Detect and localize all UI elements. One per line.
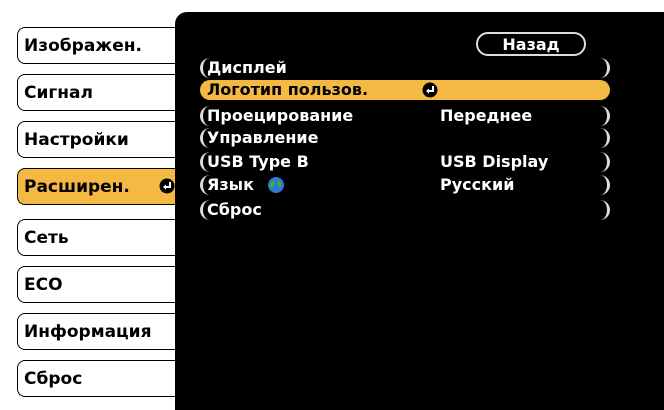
enter-icon bbox=[422, 82, 438, 102]
row-label: Управление bbox=[207, 128, 319, 147]
menu-row-language[interactable]: Язык Русский bbox=[200, 175, 610, 195]
tab-label: ECO bbox=[24, 274, 63, 295]
menu-row-user-logo[interactable]: Логотип пользов. bbox=[200, 80, 610, 100]
row-label: Сброс bbox=[207, 200, 262, 219]
back-button[interactable]: Назад bbox=[476, 32, 586, 56]
sidebar: Изображен. Сигнал Настройки Расширен. Се… bbox=[0, 0, 185, 410]
tab-reset[interactable]: Сброс bbox=[17, 360, 185, 397]
tab-eco[interactable]: ECO bbox=[17, 266, 185, 303]
row-label: Проецирование bbox=[207, 106, 354, 125]
row-value: Переднее bbox=[440, 106, 533, 125]
menu-row-operation[interactable]: Управление bbox=[200, 128, 610, 148]
globe-icon bbox=[267, 176, 285, 198]
row-label: Язык bbox=[207, 175, 254, 194]
tab-label: Расширен. bbox=[24, 176, 130, 197]
row-value: Русский bbox=[440, 175, 515, 194]
back-label: Назад bbox=[502, 34, 560, 54]
tab-extended[interactable]: Расширен. bbox=[17, 168, 185, 205]
enter-icon bbox=[159, 178, 175, 199]
tab-label: Сброс bbox=[24, 368, 83, 389]
row-label: USB Type B bbox=[207, 152, 309, 171]
row-label: Логотип пользов. bbox=[207, 80, 369, 99]
menu-row-reset[interactable]: Сброс bbox=[200, 200, 610, 220]
row-value: USB Display bbox=[440, 152, 549, 171]
tab-label: Настройки bbox=[24, 129, 129, 150]
tab-label: Изображен. bbox=[24, 35, 142, 56]
tab-info[interactable]: Информация bbox=[17, 313, 185, 350]
menu-row-display[interactable]: Дисплей bbox=[200, 58, 610, 78]
tab-image[interactable]: Изображен. bbox=[17, 27, 185, 64]
row-label: Дисплей bbox=[207, 58, 287, 77]
tab-signal[interactable]: Сигнал bbox=[17, 74, 185, 111]
menu-row-usb-type-b[interactable]: USB Type B USB Display bbox=[200, 152, 610, 172]
tab-label: Сигнал bbox=[24, 82, 93, 103]
menu-row-projection[interactable]: Проецирование Переднее bbox=[200, 106, 610, 126]
tab-settings[interactable]: Настройки bbox=[17, 121, 185, 158]
tab-label: Информация bbox=[24, 321, 152, 342]
tab-label: Сеть bbox=[24, 227, 69, 248]
tab-network[interactable]: Сеть bbox=[17, 219, 185, 256]
